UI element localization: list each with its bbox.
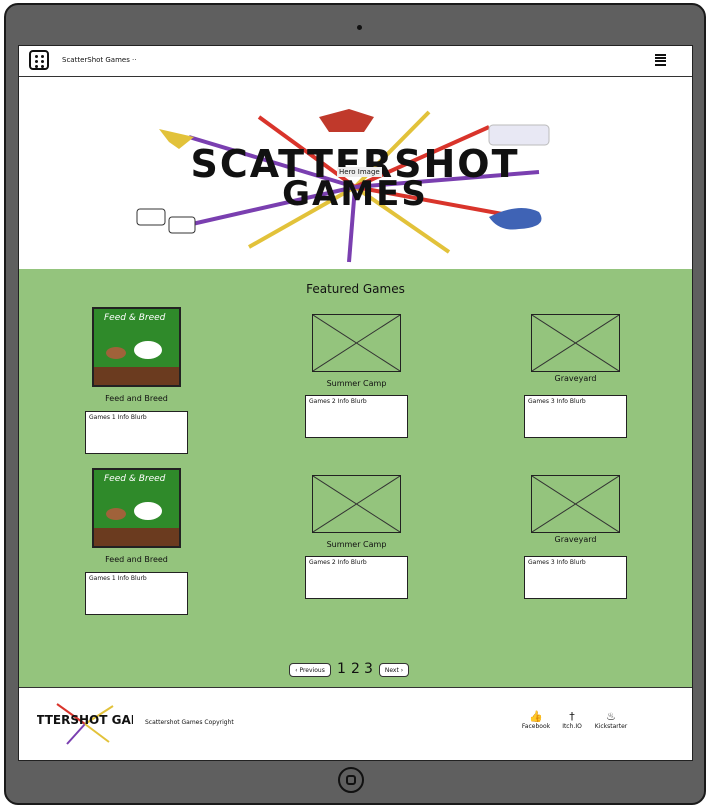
brand-name[interactable]: ScatterShot Games	[62, 56, 130, 64]
home-icon	[346, 775, 356, 785]
ground-art	[94, 528, 179, 546]
game-image-placeholder[interactable]	[531, 314, 620, 372]
hero-label: Hero Image	[337, 167, 382, 177]
camera-dot	[357, 25, 362, 30]
game-image-placeholder[interactable]	[312, 475, 401, 533]
game-blurb: Games 2 Info Blurb	[305, 395, 408, 438]
page-1[interactable]: 1	[337, 661, 346, 677]
footer-logo[interactable]: SCATTERSHOT GAMES	[37, 700, 133, 746]
game-name[interactable]: Feed and Breed	[92, 394, 181, 403]
ground-art	[94, 367, 179, 385]
thumbs-up-icon: 👍	[529, 710, 543, 723]
facebook-link[interactable]: 👍 Facebook	[516, 710, 556, 731]
featured-games-section: Featured Games Feed & Breed Feed and Bre…	[19, 269, 692, 687]
game-name[interactable]: Summer Camp	[312, 540, 401, 549]
page-2[interactable]: 2	[351, 661, 360, 677]
hero-image: SCATTERSHOT GAMES Hero Image	[19, 77, 692, 270]
game-blurb: Games 1 Info Blurb	[85, 411, 188, 454]
bunny-art	[134, 502, 162, 520]
section-title: Featured Games	[306, 282, 405, 296]
previous-button[interactable]: ‹ Previous	[289, 663, 331, 677]
game-blurb: Games 1 Info Blurb	[85, 572, 188, 615]
footer-logo-text: SCATTERSHOT GAMES	[37, 713, 133, 727]
kickstarter-link[interactable]: ♨ Kickstarter	[591, 710, 631, 731]
screen: ScatterShot Games .. SCATTERSHOT GAMES H…	[18, 45, 693, 761]
itchio-link[interactable]: † Itch.IO	[552, 710, 592, 731]
game-cover-feed-and-breed[interactable]: Feed & Breed	[92, 468, 181, 548]
hamburger-menu-icon[interactable]	[655, 54, 666, 66]
game-blurb: Games 2 Info Blurb	[305, 556, 408, 599]
game-name[interactable]: Feed and Breed	[92, 555, 181, 564]
footer: SCATTERSHOT GAMES Scattershot Games Copy…	[19, 687, 692, 760]
home-button[interactable]	[338, 767, 364, 793]
game-name[interactable]: Summer Camp	[312, 379, 401, 388]
cover-title: Feed & Breed	[104, 474, 166, 484]
bunny-art	[134, 341, 162, 359]
bunny-art-brown	[106, 508, 126, 520]
navbar: ScatterShot Games ..	[19, 46, 692, 77]
hero-logo-line2: GAMES	[282, 174, 428, 214]
game-name[interactable]: Graveyard	[531, 535, 620, 544]
sword-icon: †	[569, 710, 575, 723]
next-button[interactable]: Next ›	[379, 663, 409, 677]
game-blurb: Games 3 Info Blurb	[524, 556, 627, 599]
game-cover-feed-and-breed[interactable]: Feed & Breed	[92, 307, 181, 387]
social-label: Facebook	[521, 723, 551, 730]
bunny-art-brown	[106, 347, 126, 359]
copyright-text: Scattershot Games Copyright	[145, 719, 234, 726]
game-blurb: Games 3 Info Blurb	[524, 395, 627, 438]
page-3[interactable]: 3	[364, 661, 373, 677]
game-image-placeholder[interactable]	[531, 475, 620, 533]
flame-icon: ♨	[606, 710, 616, 723]
social-label: Kickstarter	[594, 723, 628, 730]
social-label: Itch.IO	[562, 723, 582, 730]
game-image-placeholder[interactable]	[312, 314, 401, 372]
game-name[interactable]: Graveyard	[531, 374, 620, 383]
brand-dots: ..	[132, 54, 137, 62]
dice-icon[interactable]	[29, 50, 49, 70]
cover-title: Feed & Breed	[104, 313, 166, 323]
